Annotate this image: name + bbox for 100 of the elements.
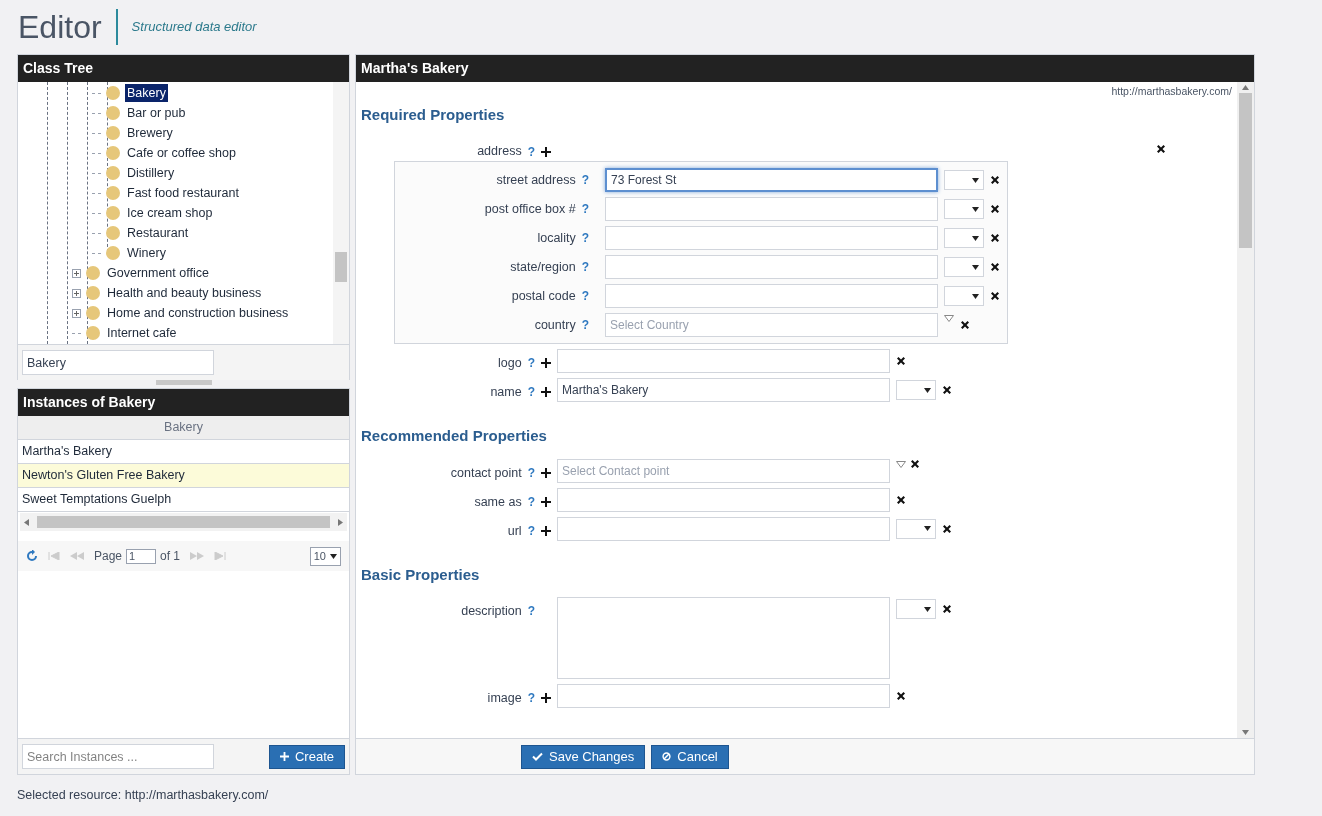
tree-item[interactable]: Winery [125,243,168,263]
horizontal-scrollbar[interactable] [20,513,347,531]
caret-icon[interactable] [924,387,931,393]
language-select[interactable] [896,599,936,619]
expand-icon[interactable] [72,268,81,278]
remove-icon[interactable] [896,691,906,701]
scrollbar-thumb[interactable] [335,252,347,282]
input-field[interactable] [557,487,890,512]
caret-icon[interactable] [972,264,979,270]
help-link[interactable]: ? [581,229,589,247]
remove-icon[interactable] [896,356,906,366]
page-size-select[interactable]: 10 [309,546,341,566]
remove-icon[interactable] [910,458,920,469]
plus-icon[interactable] [541,467,551,478]
plus-icon[interactable] [541,525,551,536]
help-link[interactable]: ? [527,354,535,373]
language-select[interactable] [944,228,984,248]
expand-icon[interactable] [72,308,81,318]
input-field[interactable]: Martha's Bakery [557,378,890,402]
language-select[interactable] [944,170,984,190]
help-link[interactable]: ? [581,287,589,305]
dropdown-icon[interactable] [896,460,906,468]
input-field[interactable]: 73 Forest St [605,168,938,192]
remove-icon[interactable] [990,233,1000,243]
cancel-icon[interactable] [662,752,672,761]
input-field[interactable] [605,197,938,221]
help-link[interactable]: ? [581,258,589,276]
language-select[interactable] [896,518,936,539]
scrollbar[interactable] [333,82,349,344]
remove-icon[interactable] [942,523,952,534]
plus-icon[interactable] [541,387,551,398]
caret-icon[interactable] [972,235,979,241]
tree-item[interactable]: Distillery [125,163,177,183]
caret-icon[interactable] [972,206,979,212]
create-button[interactable]: Create [268,744,345,769]
plus-icon[interactable] [541,693,551,704]
instance-row[interactable]: Newton's Gluten Free Bakery [18,464,349,488]
dropdown-icon[interactable] [944,315,954,322]
caret-icon[interactable] [972,293,979,299]
tree-item[interactable]: Internet cafe [105,323,179,343]
remove-icon[interactable] [990,291,1000,301]
help-link[interactable]: ? [527,492,535,511]
caret-icon[interactable] [924,526,931,531]
left-arrow-icon[interactable] [24,518,29,526]
plus-icon[interactable] [541,496,551,507]
tree-item[interactable]: Restaurant [125,223,191,243]
help-link[interactable]: ? [527,602,535,621]
input-field[interactable] [557,516,890,541]
remove-icon[interactable] [960,320,970,330]
scrollbar-thumb[interactable] [37,516,330,528]
save-button[interactable]: Save Changes [521,744,646,769]
help-link[interactable]: ? [527,521,535,540]
right-arrow-icon[interactable] [338,518,343,526]
help-link[interactable]: ? [527,463,535,482]
tree-item[interactable]: Fast food restaurant [125,183,241,203]
tree-item[interactable]: Cafe or coffee shop [125,143,238,163]
tree-item[interactable]: Ice cream shop [125,203,215,223]
scrollbar[interactable] [1237,82,1254,738]
plus-icon[interactable] [541,146,551,157]
remove-icon[interactable] [942,385,952,395]
class-filter-field[interactable]: Bakery [22,350,214,375]
help-link[interactable]: ? [527,142,535,161]
help-link[interactable]: ? [527,689,535,708]
caret-icon[interactable] [924,606,931,612]
help-link[interactable]: ? [581,200,589,218]
tree-item[interactable]: Bar or pub [125,103,188,123]
remove-icon[interactable] [990,262,1000,272]
scrollbar-thumb[interactable] [1239,93,1252,248]
page-number-field[interactable]: 1 [126,548,157,564]
input-field[interactable] [557,684,890,708]
remove-icon[interactable] [1156,144,1166,155]
column-header[interactable]: Bakery [18,416,349,440]
caret-icon[interactable] [972,177,979,183]
language-select[interactable] [944,199,984,219]
language-select[interactable] [944,286,984,306]
input-field[interactable] [557,349,890,373]
tree-item[interactable]: Health and beauty business [105,283,264,303]
help-link[interactable]: ? [527,383,535,402]
expand-icon[interactable] [72,288,81,298]
remove-icon[interactable] [942,604,952,614]
language-select[interactable] [896,380,936,400]
tree-item[interactable]: Government office [105,263,211,283]
help-link[interactable]: ? [581,171,589,189]
remove-icon[interactable] [990,204,1000,214]
search-field[interactable]: Search Instances ... [22,744,214,769]
remove-icon[interactable] [896,494,906,505]
tree-item[interactable]: Home and construction business [105,303,291,323]
input-field[interactable] [605,284,938,308]
plus-icon[interactable] [541,358,551,369]
input-field[interactable] [605,226,938,250]
tree-item[interactable]: Bakery [125,83,168,103]
tree-item[interactable]: Brewery [125,123,175,143]
input-field[interactable] [605,255,938,279]
splitter-handle[interactable] [155,380,212,385]
cancel-button[interactable]: Cancel [651,744,729,769]
refresh-icon[interactable] [26,550,38,562]
help-link[interactable]: ? [581,316,589,334]
language-select[interactable] [944,257,984,277]
check-icon[interactable] [532,752,543,761]
remove-icon[interactable] [990,175,1000,185]
